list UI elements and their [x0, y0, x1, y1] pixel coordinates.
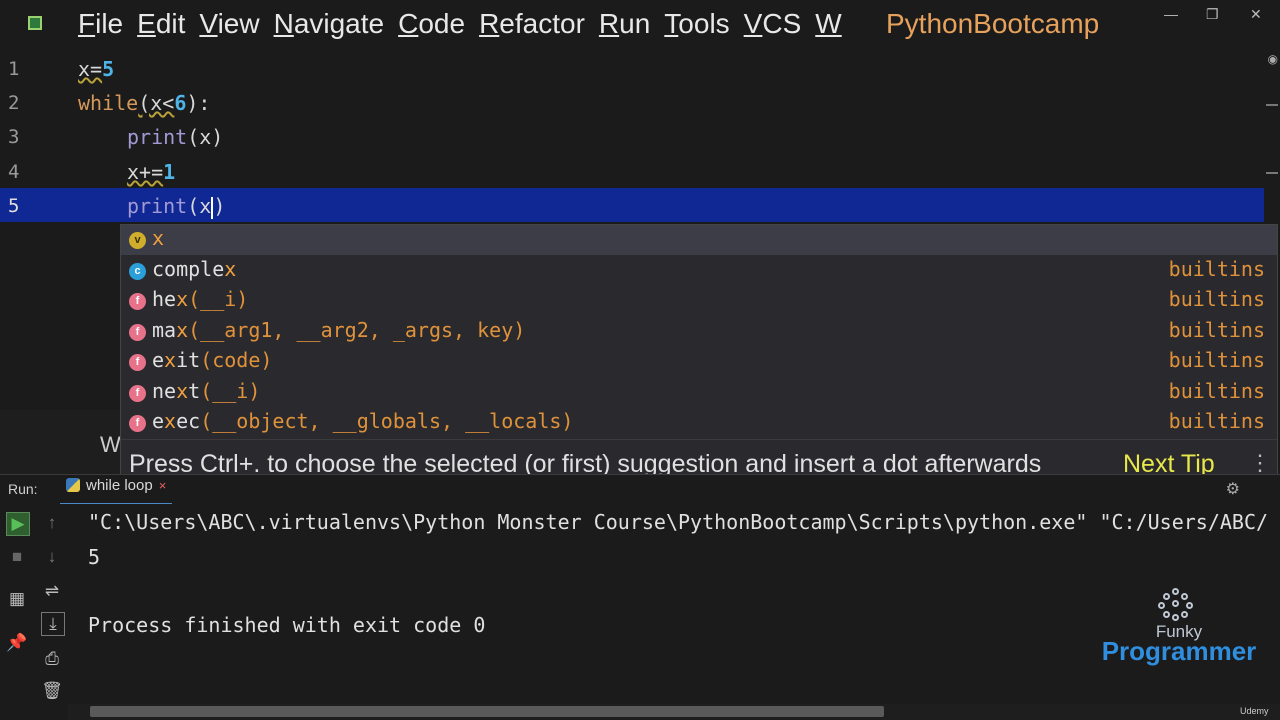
menu-navigate[interactable]: Navigate — [274, 8, 385, 40]
line-number: 4 — [8, 161, 20, 183]
line-number: 3 — [8, 126, 20, 148]
code-line-5[interactable]: print(x) — [127, 194, 225, 219]
rerun-icon[interactable]: ▶ — [6, 512, 30, 536]
function-icon: f — [129, 385, 146, 402]
up-arrow-icon[interactable]: ↑ — [41, 512, 63, 534]
code-function: print — [127, 194, 188, 218]
code-text: (x< — [138, 91, 175, 115]
line-number: 5 — [8, 195, 20, 217]
menu-vcs[interactable]: VCS — [744, 8, 802, 40]
down-arrow-icon[interactable]: ↓ — [41, 546, 63, 568]
autocomplete-item-name: x — [152, 226, 165, 250]
menu-view[interactable]: View — [199, 8, 259, 40]
autocomplete-item[interactable]: f exit(code) builtins — [121, 347, 1277, 377]
project-title: PythonBootcamp — [886, 8, 1100, 39]
menu-refactor[interactable]: Refactor — [479, 8, 585, 40]
menu-edit[interactable]: Edit — [137, 8, 185, 40]
restore-icon[interactable]: ❐ — [1206, 6, 1219, 23]
function-icon: f — [129, 293, 146, 310]
code-line-3[interactable]: print(x) — [127, 125, 223, 149]
layout-icon[interactable]: ▦ — [6, 588, 28, 610]
autocomplete-item-name: max(__arg1, __arg2, _args, key) — [152, 318, 526, 342]
autocomplete-item[interactable]: f max(__arg1, __arg2, _args, key) builti… — [121, 317, 1277, 347]
funky-programmer-logo: Funky Programmer — [1084, 588, 1274, 668]
autocomplete-item-name: complex — [152, 257, 237, 281]
menu-code[interactable]: Code — [398, 8, 465, 40]
autocomplete-item-source: builtins — [1168, 318, 1265, 342]
menu-bar: File Edit View Navigate Code Refactor Ru… — [0, 0, 1280, 50]
gear-icon[interactable]: ⚙ — [1226, 479, 1240, 499]
more-options-icon[interactable]: ⋮ — [1249, 450, 1271, 476]
variable-icon: v — [129, 232, 146, 249]
autocomplete-item-source: builtins — [1168, 257, 1265, 281]
eye-icon[interactable]: ◉ — [1268, 52, 1278, 66]
menu-file[interactable]: File — [78, 8, 123, 40]
code-number: 6 — [174, 91, 187, 115]
code-keyword: while — [78, 91, 139, 115]
code-line-4[interactable]: x+=1 — [127, 160, 175, 184]
run-toolbar-secondary: ↑ ↓ ⇌ ⤓ ⎙ 🗑 — [36, 504, 68, 720]
autocomplete-item[interactable]: f next(__i) builtins — [121, 378, 1277, 408]
autocomplete-item-name: exit(code) — [152, 348, 273, 372]
run-panel-header: Run: while loop × ⚙ — [0, 474, 1280, 506]
autocomplete-item[interactable]: f exec(__object, __globals, __locals) bu… — [121, 408, 1277, 438]
autocomplete-item[interactable]: c complex builtins — [121, 256, 1277, 286]
code-number: 1 — [163, 160, 176, 184]
line-number: 1 — [8, 58, 20, 80]
python-file-icon — [66, 478, 80, 492]
print-icon[interactable]: ⎙ — [41, 648, 63, 670]
trash-icon[interactable]: 🗑 — [41, 680, 63, 702]
stop-icon[interactable]: ■ — [6, 546, 28, 568]
tab-close-icon[interactable]: × — [159, 478, 167, 493]
soft-wrap-icon[interactable]: ⇌ — [41, 580, 63, 602]
autocomplete-item[interactable]: v x — [121, 225, 1277, 255]
function-icon: f — [129, 324, 146, 341]
autocomplete-popup: v x c complex builtins f hex(__i) builti… — [120, 224, 1278, 486]
run-tab-label: while loop — [86, 477, 153, 494]
autocomplete-item-name: next(__i) — [152, 379, 261, 403]
udemy-watermark: Udemy — [1240, 706, 1269, 716]
console-line: Process finished with exit code 0 — [88, 613, 486, 637]
menu-run[interactable]: Run — [599, 8, 650, 40]
minimize-icon[interactable]: — — [1164, 6, 1178, 22]
main-menu: File Edit View Navigate Code Refactor Ru… — [78, 8, 856, 40]
autocomplete-item-source: builtins — [1168, 348, 1265, 372]
code-number: 5 — [102, 57, 115, 81]
autocomplete-item-source: builtins — [1168, 379, 1265, 403]
code-function: print — [127, 125, 188, 149]
code-text: (x) — [187, 125, 224, 149]
code-text: x= — [78, 57, 103, 81]
tab-while-loop[interactable]: while loop × — [60, 477, 173, 506]
autocomplete-item-name: exec(__object, __globals, __locals) — [152, 409, 574, 433]
menu-window[interactable]: W — [815, 8, 841, 40]
menu-tools[interactable]: Tools — [664, 8, 729, 40]
error-stripe-mark[interactable] — [1266, 104, 1278, 106]
line-number: 2 — [8, 92, 20, 114]
scroll-to-end-icon[interactable]: ⤓ — [41, 612, 65, 636]
autocomplete-item-name: hex(__i) — [152, 287, 249, 311]
code-text: (x — [187, 194, 212, 218]
logo-text-bottom: Programmer — [1101, 636, 1257, 666]
autocomplete-item-source: builtins — [1168, 409, 1265, 433]
autocomplete-item[interactable]: f hex(__i) builtins — [121, 286, 1277, 316]
horizontal-scrollbar[interactable] — [90, 706, 884, 717]
function-icon: f — [129, 354, 146, 371]
function-icon: f — [129, 415, 146, 432]
run-toolbar-primary: ▶ ■ ▦ 📌 — [0, 504, 37, 720]
logo-dots-icon — [1158, 588, 1194, 622]
console-line: "C:\Users\ABC\.virtualenvs\Python Monste… — [88, 510, 1269, 534]
code-line-1[interactable]: x=5 — [78, 57, 114, 81]
pycharm-app-icon[interactable] — [28, 16, 42, 30]
pin-icon[interactable]: 📌 — [6, 632, 28, 654]
code-line-2[interactable]: while(x<6): — [78, 91, 210, 115]
run-label: Run: — [8, 481, 38, 497]
error-stripe-mark[interactable] — [1266, 172, 1278, 174]
class-icon: c — [129, 263, 146, 280]
editor-fragment: W — [100, 432, 121, 457]
code-text: ): — [186, 91, 211, 115]
code-text: x+= — [127, 160, 164, 184]
console-line: 5 — [88, 545, 101, 569]
close-icon[interactable]: ✕ — [1250, 6, 1262, 23]
autocomplete-item-source: builtins — [1168, 287, 1265, 311]
